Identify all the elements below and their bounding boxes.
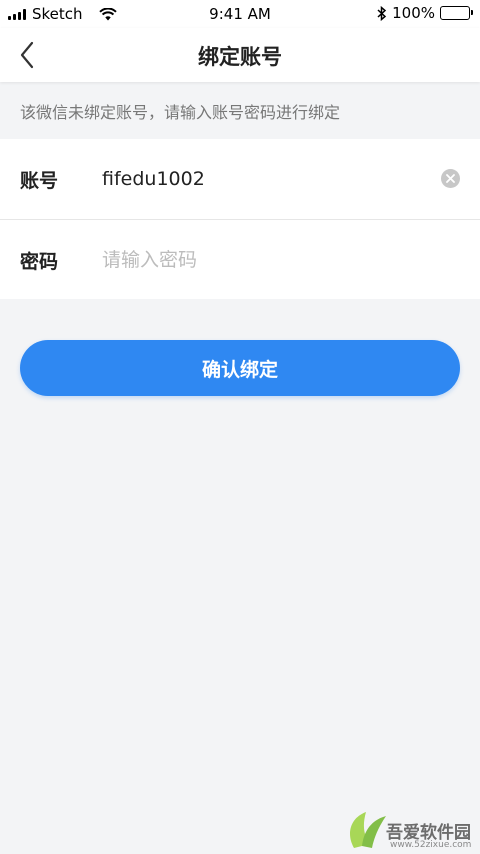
- password-row: 密码: [0, 219, 480, 299]
- status-right: 100%: [377, 4, 473, 22]
- account-row: 账号: [0, 139, 480, 219]
- status-bar: Sketch 9:41 AM 100%: [0, 0, 480, 28]
- nav-bar: 绑定账号: [0, 28, 480, 82]
- watermark: 吾爱软件园 www.52zixue.com: [340, 770, 480, 854]
- password-input[interactable]: [102, 242, 422, 278]
- page-title: 绑定账号: [198, 45, 282, 69]
- account-label: 账号: [20, 170, 59, 192]
- confirm-bind-button[interactable]: 确认绑定: [20, 340, 460, 396]
- battery-icon: [440, 6, 473, 20]
- watermark-url: www.52zixue.com: [390, 840, 472, 850]
- bluetooth-icon: [377, 5, 387, 21]
- binding-hint: 该微信未绑定账号，请输入账号密码进行绑定: [20, 103, 341, 122]
- battery-percent: 100%: [392, 4, 435, 22]
- binding-form: 账号 密码: [0, 139, 480, 299]
- account-input[interactable]: [102, 161, 422, 197]
- password-label: 密码: [20, 251, 59, 273]
- clear-icon[interactable]: [441, 169, 460, 188]
